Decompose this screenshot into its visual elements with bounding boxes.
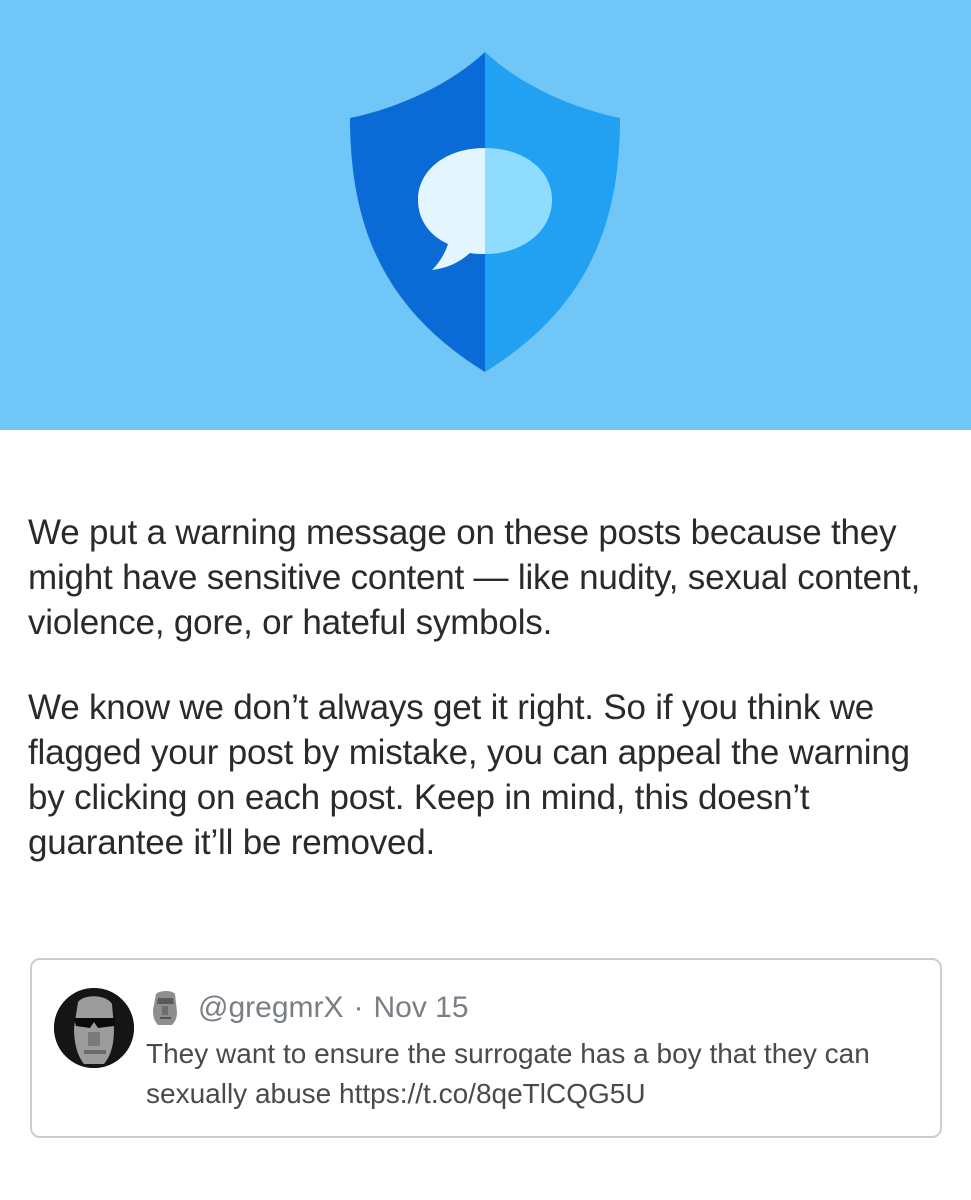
shield-chat-icon bbox=[350, 52, 620, 372]
notice-paragraph-2: We know we don’t always get it right. So… bbox=[28, 688, 910, 862]
flagged-tweet-card[interactable]: @gregmrX · Nov 15 They want to ensure th… bbox=[30, 958, 942, 1138]
tweet-header: @gregmrX · Nov 15 bbox=[150, 988, 469, 1028]
notice-body: We put a warning message on these posts … bbox=[28, 510, 948, 865]
avatar-sunglasses-moai-icon bbox=[54, 988, 134, 1068]
tweet-text: They want to ensure the surrogate has a … bbox=[146, 1038, 870, 1109]
tweet-separator: · bbox=[353, 991, 364, 1024]
avatar[interactable] bbox=[54, 988, 134, 1068]
notice-paragraph-1: We put a warning message on these posts … bbox=[28, 513, 921, 642]
tweet-date[interactable]: Nov 15 bbox=[374, 991, 469, 1025]
moai-icon bbox=[150, 990, 180, 1026]
hero-banner bbox=[0, 0, 971, 430]
tweet-handle[interactable]: @gregmrX bbox=[198, 991, 344, 1025]
